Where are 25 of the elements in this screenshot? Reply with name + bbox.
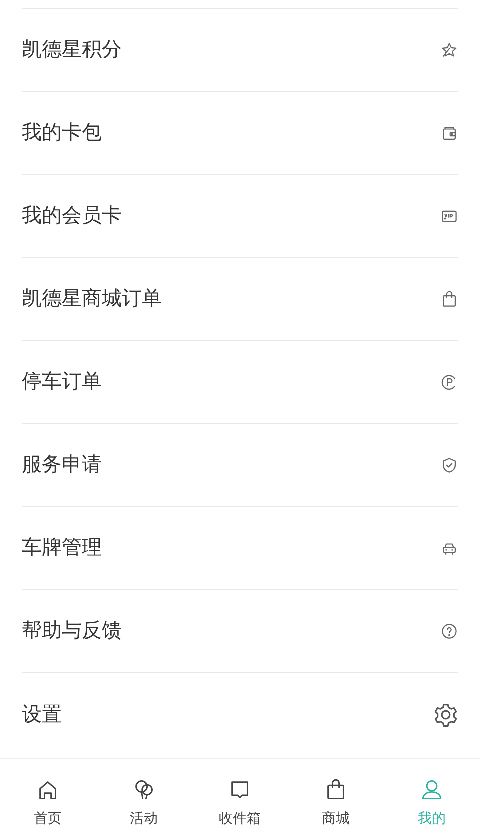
wallet-icon [441, 124, 458, 142]
shopping-bag-icon [441, 290, 458, 308]
menu-item[interactable]: 服务申请 [22, 424, 458, 507]
menu-item[interactable]: 凯德星商城订单 [22, 258, 458, 341]
help-icon [441, 622, 458, 640]
message-icon [229, 779, 251, 801]
menu-item[interactable]: 设置 [22, 673, 458, 756]
menu-item[interactable]: 我的会员卡 [22, 175, 458, 258]
balloons-icon [133, 779, 155, 801]
shield-icon [441, 456, 458, 474]
user-icon [421, 779, 443, 801]
menu-item[interactable]: 车牌管理 [22, 507, 458, 590]
menu-item[interactable]: 停车订单 [22, 341, 458, 424]
tab[interactable]: 首页 [0, 759, 96, 834]
star-icon [441, 42, 458, 58]
tab[interactable]: 收件箱 [192, 759, 288, 834]
menu-item[interactable]: 凯德星积分 [22, 9, 458, 92]
home-icon [37, 779, 59, 801]
settings-icon [434, 702, 458, 726]
menu-item[interactable]: 我的卡包 [22, 92, 458, 175]
parking-icon [441, 374, 458, 390]
tab[interactable]: 活动 [96, 759, 192, 834]
shopping-bag-icon [325, 779, 347, 801]
tab[interactable]: 商城 [288, 759, 384, 834]
menu-item[interactable]: 帮助与反馈 [22, 590, 458, 673]
